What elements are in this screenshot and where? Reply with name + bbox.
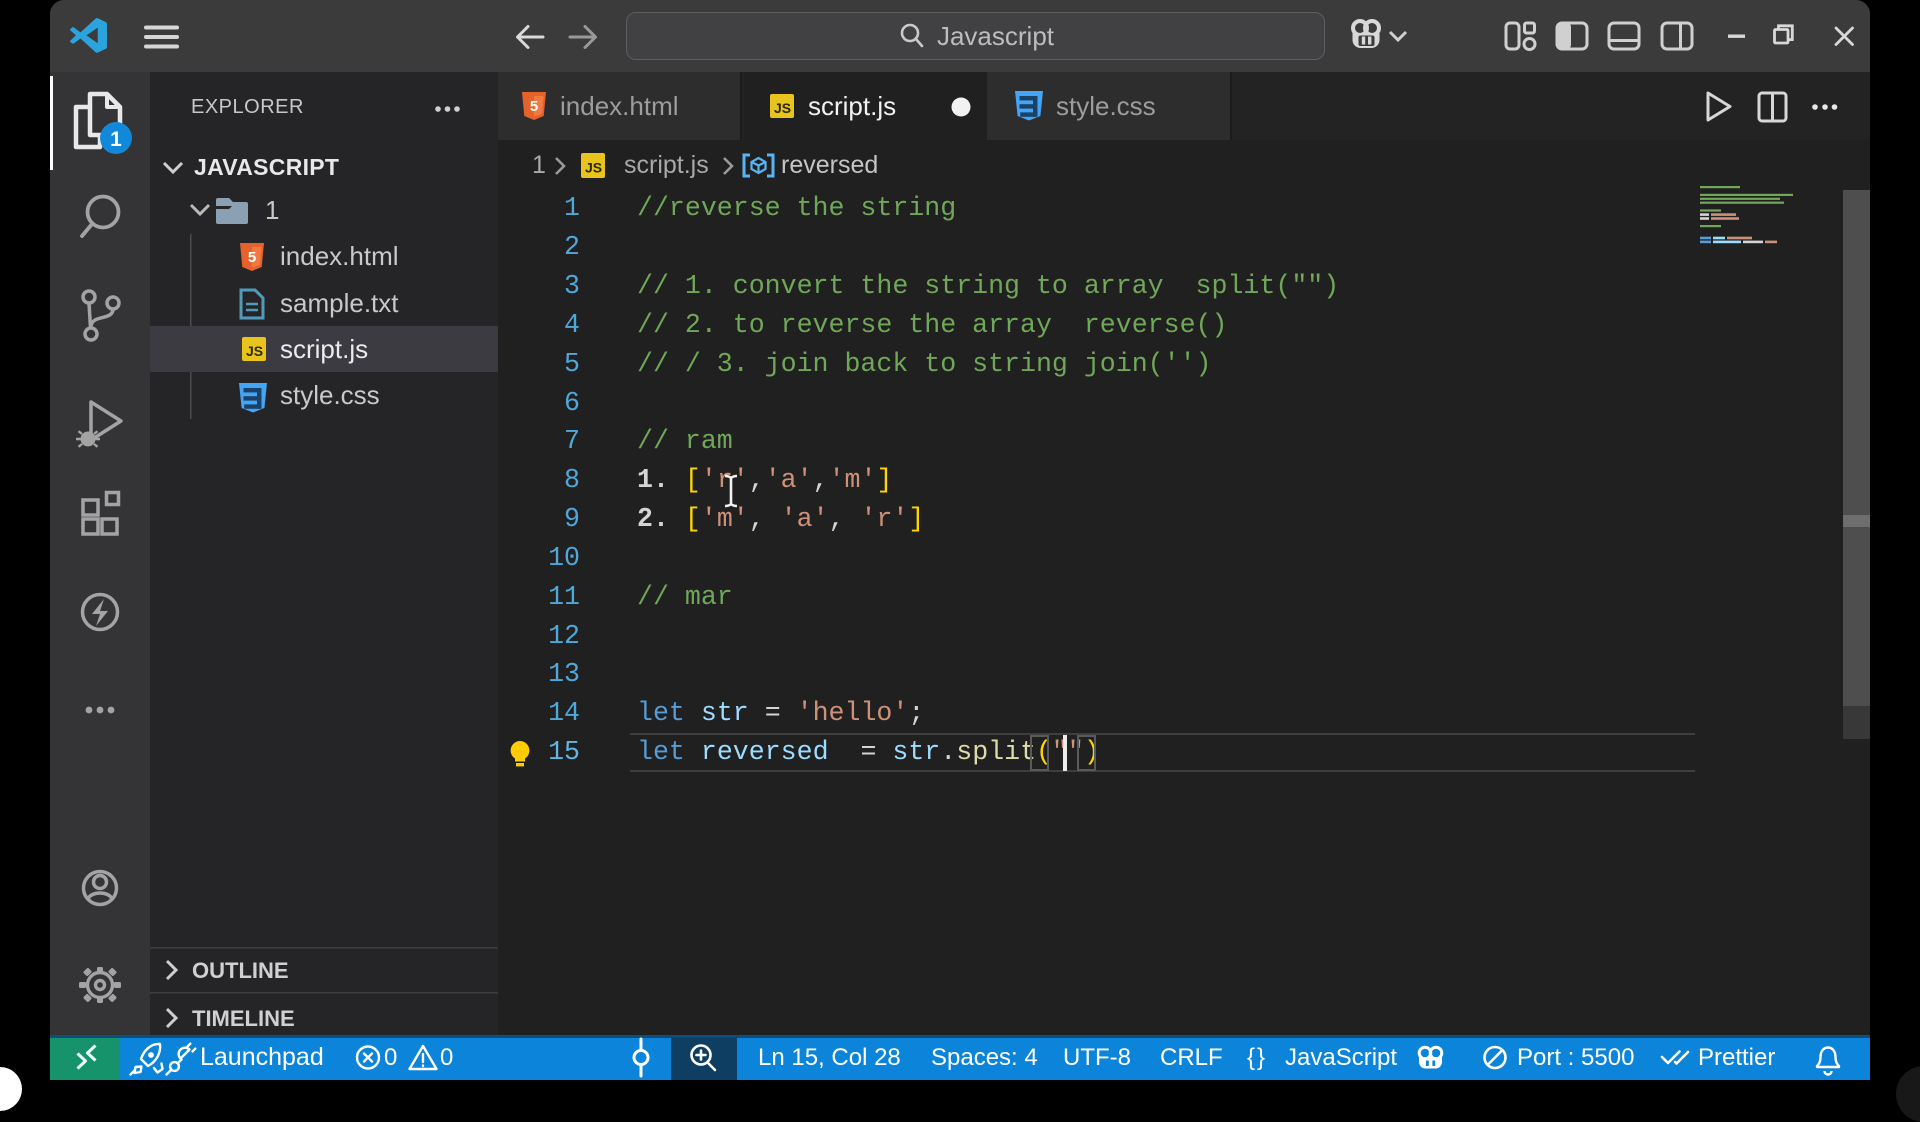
svg-text:JS: JS (585, 160, 602, 176)
svg-text:5: 5 (530, 98, 538, 115)
svg-text:JS: JS (774, 100, 791, 116)
svg-text:1: 1 (110, 128, 122, 151)
svg-text:JS: JS (246, 343, 263, 359)
svg-text:5: 5 (248, 249, 256, 266)
